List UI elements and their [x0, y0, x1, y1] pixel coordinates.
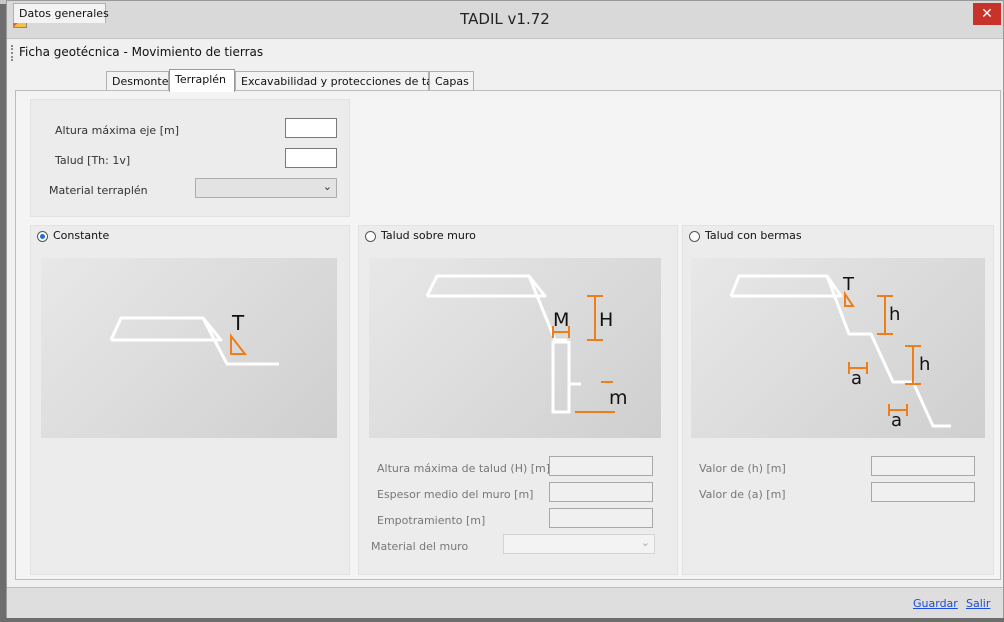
- constante-diagram-svg: T: [109, 311, 279, 366]
- label-a-upper: a: [851, 368, 862, 389]
- talud-bermas-radio[interactable]: [689, 231, 700, 242]
- valor-a-input[interactable]: [871, 482, 975, 502]
- tab-capas[interactable]: Capas: [429, 71, 474, 91]
- app-window: TADIL v1.72 ✕ Ficha geotécnica - Movimie…: [6, 0, 1004, 618]
- espesor-muro-input[interactable]: [549, 482, 653, 502]
- salir-link[interactable]: Salir: [966, 597, 990, 610]
- label-h-upper: h: [889, 304, 900, 325]
- empotramiento-input[interactable]: [549, 508, 653, 528]
- talud-bermas-radio-label[interactable]: Talud con bermas: [705, 229, 802, 242]
- bermas-embankment-profile: [729, 274, 843, 298]
- altura-talud-input[interactable]: [549, 456, 653, 476]
- radio-selected-dot: [40, 234, 45, 239]
- bermas-diagram: T h h a a: [691, 258, 985, 438]
- footer-bar: Guardar Salir: [7, 587, 1003, 618]
- general-panel: Altura máxima eje [m] Talud [Th: 1v] Mat…: [30, 99, 350, 217]
- talud-muro-radio[interactable]: [365, 231, 376, 242]
- label-T: T: [231, 311, 245, 335]
- label-m: m: [609, 387, 628, 409]
- talud-label: Talud [Th: 1v]: [55, 154, 131, 167]
- title-bar: TADIL v1.72 ✕: [7, 1, 1003, 39]
- menu-item-ficha[interactable]: Ficha geotécnica - Movimiento de tierras: [19, 45, 263, 59]
- close-button[interactable]: ✕: [973, 3, 1001, 25]
- constante-radio-label[interactable]: Constante: [53, 229, 109, 242]
- muro-embankment-profile: [425, 274, 547, 298]
- valor-h-input[interactable]: [871, 456, 975, 476]
- muro-diagram-svg: M H m: [425, 274, 628, 414]
- altura-talud-label: Altura máxima de talud (H) [m]: [377, 462, 551, 475]
- empotramiento-label: Empotramiento [m]: [377, 514, 486, 527]
- material-terraplen-label: Material terraplén: [49, 184, 148, 197]
- label-T-bermas: T: [842, 274, 855, 295]
- altura-maxima-label: Altura máxima eje [m]: [55, 124, 179, 137]
- guardar-link[interactable]: Guardar: [913, 597, 958, 610]
- talud-muro-radio-label[interactable]: Talud sobre muro: [381, 229, 476, 242]
- material-muro-label: Material del muro: [371, 540, 469, 553]
- material-terraplen-select[interactable]: ⌄: [195, 178, 337, 198]
- muro-diagram: M H m: [369, 258, 661, 438]
- tab-content: Altura máxima eje [m] Talud [Th: 1v] Mat…: [15, 90, 1001, 580]
- tab-excavabilidad[interactable]: Excavabilidad y protecciones de talud: [235, 71, 450, 91]
- label-H: H: [599, 309, 613, 331]
- valor-h-label: Valor de (h) [m]: [699, 462, 786, 475]
- bermas-panel: Talud con bermas T h h a a Valor de (h) …: [682, 225, 994, 575]
- valor-a-label: Valor de (a) [m]: [699, 488, 786, 501]
- chevron-down-icon: ⌄: [640, 536, 650, 549]
- constante-diagram: T: [41, 258, 337, 438]
- constante-panel: Constante T: [30, 225, 350, 575]
- tab-datos-generales[interactable]: Datos generales: [13, 3, 109, 23]
- altura-maxima-input[interactable]: [285, 118, 337, 138]
- chevron-down-icon: ⌄: [322, 180, 332, 193]
- label-h-lower: h: [919, 354, 930, 375]
- constante-radio[interactable]: [37, 231, 48, 242]
- window-title: TADIL v1.72: [460, 10, 550, 28]
- menu-grip: [11, 45, 15, 61]
- label-a-lower: a: [891, 410, 902, 431]
- label-M: M: [553, 309, 569, 331]
- espesor-muro-label: Espesor medio del muro [m]: [377, 488, 534, 501]
- muro-panel: Talud sobre muro M H m Altura máxima de …: [358, 225, 678, 575]
- menu-bar: Ficha geotécnica - Movimiento de tierras: [7, 39, 1003, 66]
- tab-terraplen[interactable]: Terraplén: [169, 69, 235, 92]
- slope-triangle: [230, 333, 248, 355]
- bermas-slope-triangle: [844, 290, 855, 307]
- material-muro-select[interactable]: ⌄: [503, 534, 655, 554]
- tab-desmonte[interactable]: Desmonte: [106, 71, 169, 91]
- close-icon: ✕: [981, 6, 993, 22]
- muro-wall: [551, 340, 571, 414]
- talud-input[interactable]: [285, 148, 337, 168]
- bermas-diagram-svg: T h h a a: [729, 274, 951, 431]
